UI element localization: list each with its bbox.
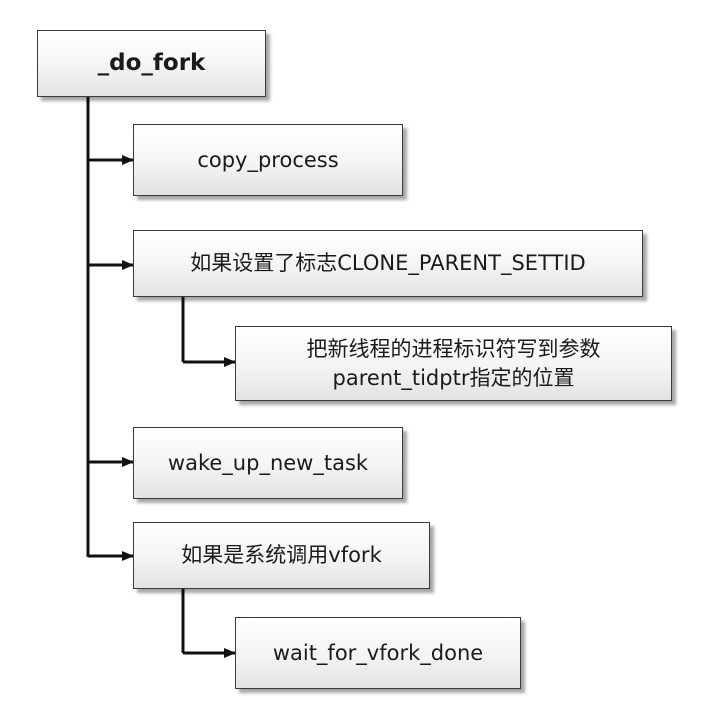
node-settid-check: 如果设置了标志CLONE_PARENT_SETTID [133,230,643,297]
node-vfork-check: 如果是系统调用vfork [133,522,430,589]
node-wake-up-label: wake_up_new_task [167,450,369,475]
node-wait-vfork-label: wait_for_vfork_done [272,640,484,665]
node-write-tid: 把新线程的进程标识符写到参数 parent_tidptr指定的位置 [235,326,672,401]
node-vfork-check-label: 如果是系统调用vfork [181,543,382,568]
root-node-label: _do_fork [97,49,206,76]
node-wait-for-vfork-done: wait_for_vfork_done [235,617,521,689]
node-write-tid-line1: 把新线程的进程标识符写到参数 [306,337,601,362]
node-write-tid-line2: parent_tidptr指定的位置 [332,365,575,390]
node-settid-check-label: 如果设置了标志CLONE_PARENT_SETTID [190,251,586,276]
node-copy-process-label: copy_process [197,147,339,172]
node-wake-up-new-task: wake_up_new_task [133,427,403,499]
node-copy-process: copy_process [133,124,403,196]
root-node-do-fork: _do_fork [37,30,266,97]
